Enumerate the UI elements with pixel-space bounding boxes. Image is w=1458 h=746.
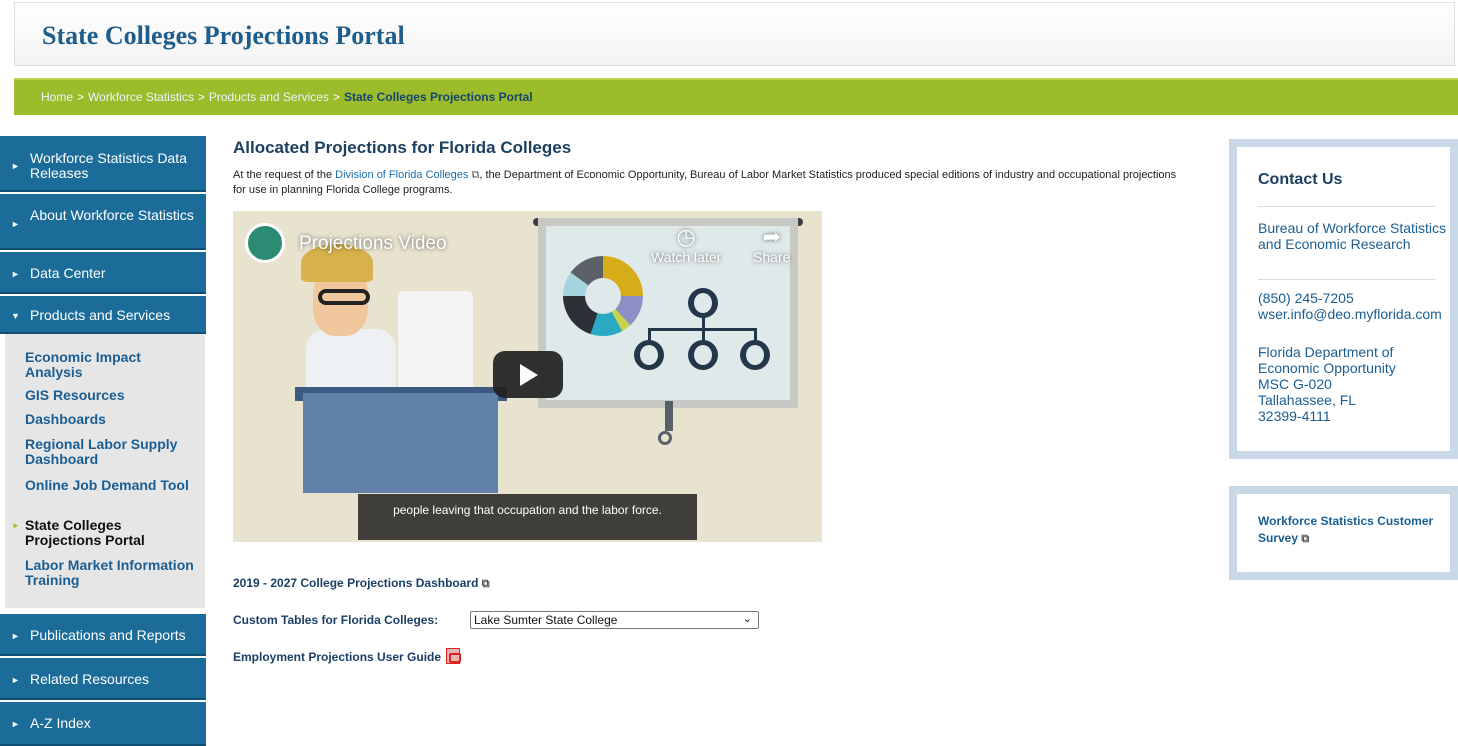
sidebar-item-data-releases[interactable]: ► Workforce Statistics Data Releases	[0, 136, 206, 192]
triangle-right-icon: ►	[11, 675, 20, 685]
pdf-icon	[446, 648, 462, 664]
submenu-gis-resources[interactable]: GIS Resources	[25, 388, 197, 403]
triangle-right-icon: ►	[11, 269, 20, 279]
sidebar-item-az-index[interactable]: ► A-Z Index	[0, 702, 206, 746]
person-icon	[634, 340, 664, 370]
external-link-icon: ⧉	[1301, 533, 1310, 545]
contact-address-line1: Florida Department of Economic Opportuni…	[1258, 344, 1396, 376]
video-player[interactable]: Projections Video ◷ Watch later ➦ Share …	[233, 211, 822, 542]
site-title[interactable]: State Colleges Projections Portal	[42, 21, 405, 51]
person-icon	[740, 340, 770, 370]
triangle-right-icon: ►	[11, 719, 20, 729]
person-icon	[688, 340, 718, 370]
share-button[interactable]: ➦ Share	[753, 224, 790, 266]
triangle-right-icon: ►	[11, 631, 20, 641]
intro-paragraph: At the request of the Division of Florid…	[233, 169, 1177, 196]
page-heading: Allocated Projections for Florida Colleg…	[233, 138, 572, 157]
contact-heading: Contact Us	[1258, 171, 1343, 188]
breadcrumb-workforce-statistics[interactable]: Workforce Statistics	[88, 90, 194, 104]
sidebar-nav: ► Workforce Statistics Data Releases ► A…	[0, 136, 206, 746]
division-of-florida-colleges-link[interactable]: Division of Florida Colleges	[335, 169, 468, 181]
site-header: State Colleges Projections Portal	[14, 2, 1455, 66]
clock-icon: ◷	[676, 224, 696, 249]
desk-illustration	[303, 393, 498, 493]
watch-later-button[interactable]: ◷ Watch later	[651, 224, 721, 266]
triangle-right-icon: ►	[11, 161, 20, 171]
products-submenu: Economic Impact Analysis GIS Resources D…	[5, 334, 205, 608]
breadcrumb-current: State Colleges Projections Portal	[343, 90, 533, 104]
dashboard-link-row: 2019 - 2027 College Projections Dashboar…	[233, 576, 490, 591]
college-select[interactable]: Lake Sumter State College ⌄	[470, 611, 759, 629]
sidebar-item-about[interactable]: ► About Workforce Statistics	[0, 194, 206, 250]
survey-box: Workforce Statistics Customer Survey ⧉	[1229, 486, 1458, 580]
submenu-regional-labor-supply[interactable]: Regional Labor Supply Dashboard	[25, 437, 197, 467]
breadcrumb: Home > Workforce Statistics > Products and S…	[14, 78, 1458, 115]
video-title[interactable]: Projections Video	[299, 233, 447, 255]
sidebar-item-data-center[interactable]: ► Data Center	[0, 252, 206, 294]
breadcrumb-products-and-services[interactable]: Products and Services	[209, 90, 329, 104]
chevron-down-icon: ⌄	[742, 613, 752, 625]
channel-logo-icon[interactable]	[245, 223, 285, 263]
contact-phone: (850) 245-7205	[1258, 290, 1354, 306]
sidebar-item-products-and-services[interactable]: ▼ Products and Services	[0, 296, 206, 334]
sidebar-item-publications[interactable]: ► Publications and Reports	[0, 614, 206, 656]
contact-address-line4: 32399-4111	[1258, 408, 1331, 424]
breadcrumb-home[interactable]: Home	[41, 90, 73, 104]
custom-tables-label: Custom Tables for Florida Colleges:	[233, 613, 439, 627]
share-icon: ➦	[762, 224, 781, 249]
triangle-down-icon: ▼	[11, 311, 20, 321]
submenu-dashboards[interactable]: Dashboards	[25, 412, 197, 427]
external-link-icon: ⧉	[481, 578, 490, 590]
sidebar-item-related-resources[interactable]: ► Related Resources	[0, 658, 206, 700]
user-guide-row: Employment Projections User Guide	[233, 648, 462, 664]
triangle-right-icon: ►	[11, 219, 20, 229]
customer-survey-link[interactable]: Workforce Statistics Customer Survey	[1258, 514, 1433, 545]
contact-address-line2: MSC G-020	[1258, 376, 1332, 392]
main-content: Allocated Projections for Florida Colleg…	[233, 138, 1183, 196]
contact-email[interactable]: wser.info@deo.myflorida.com	[1258, 306, 1450, 322]
contact-box: Contact Us Bureau of Workforce Statistic…	[1229, 139, 1458, 459]
play-button[interactable]	[493, 351, 563, 398]
contact-org: Bureau of Workforce Statistics and Econo…	[1258, 220, 1447, 252]
custom-tables-row: Custom Tables for Florida Colleges: Lake…	[233, 611, 759, 629]
college-projections-dashboard-link[interactable]: 2019 - 2027 College Projections Dashboar…	[233, 576, 478, 590]
monitor-illustration	[398, 291, 473, 391]
submenu-lmi-training[interactable]: Labor Market Information Training	[25, 558, 197, 588]
submenu-state-colleges-portal[interactable]: State Colleges Projections Portal	[25, 518, 197, 548]
submenu-online-job-demand[interactable]: Online Job Demand Tool	[25, 478, 197, 493]
video-caption: people leaving that occupation and the l…	[358, 494, 697, 540]
customer-survey-row: Workforce Statistics Customer Survey ⧉	[1258, 513, 1450, 548]
contact-address-line3: Tallahassee, FL	[1258, 392, 1357, 408]
person-icon	[688, 288, 718, 318]
submenu-economic-impact-analysis[interactable]: Economic Impact Analysis	[25, 350, 197, 380]
current-marker-icon: ►	[12, 521, 20, 530]
user-guide-link[interactable]: Employment Projections User Guide	[233, 650, 441, 664]
